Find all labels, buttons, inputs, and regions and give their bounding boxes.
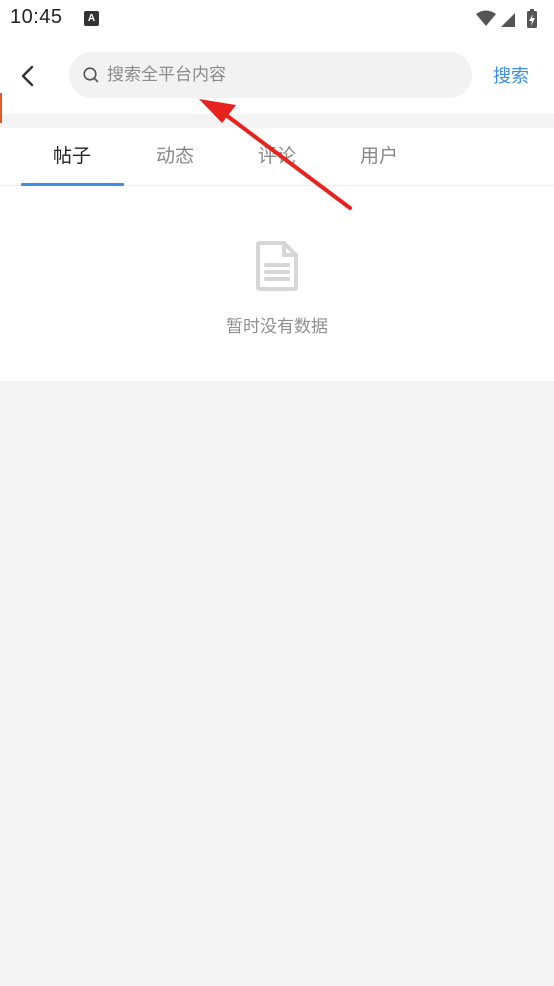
back-button[interactable] xyxy=(8,56,48,96)
empty-state-message: 暂时没有数据 xyxy=(226,317,328,337)
search-header: 搜索 xyxy=(0,38,554,114)
empty-state: 暂时没有数据 xyxy=(0,186,554,381)
tab-users[interactable]: 用户 xyxy=(328,128,430,186)
status-bar: 10:45 A xyxy=(0,0,554,38)
status-icons xyxy=(474,8,544,30)
search-button[interactable]: 搜索 xyxy=(493,62,529,88)
tab-comments[interactable]: 评论 xyxy=(226,128,328,186)
search-icon xyxy=(83,67,99,83)
tab-posts[interactable]: 帖子 xyxy=(21,128,123,186)
left-edge-fragment xyxy=(0,93,2,123)
wifi-icon xyxy=(476,10,496,26)
status-time: 10:45 xyxy=(10,6,63,28)
document-icon xyxy=(256,241,298,291)
tab-bar: 帖子 动态 评论 用户 xyxy=(0,128,554,186)
search-box[interactable] xyxy=(69,52,472,98)
battery-charging-icon xyxy=(527,9,537,28)
search-screen: 10:45 A 搜索全平台内容 搜索 帖子 动态 评论 用户 暂时没有数据 xyxy=(0,0,554,986)
signal-icon xyxy=(501,13,515,27)
chevron-left-icon xyxy=(21,65,34,87)
tab-activity[interactable]: 动态 xyxy=(124,128,226,186)
search-input[interactable] xyxy=(107,52,457,98)
app-notification-icon: A xyxy=(84,11,99,26)
